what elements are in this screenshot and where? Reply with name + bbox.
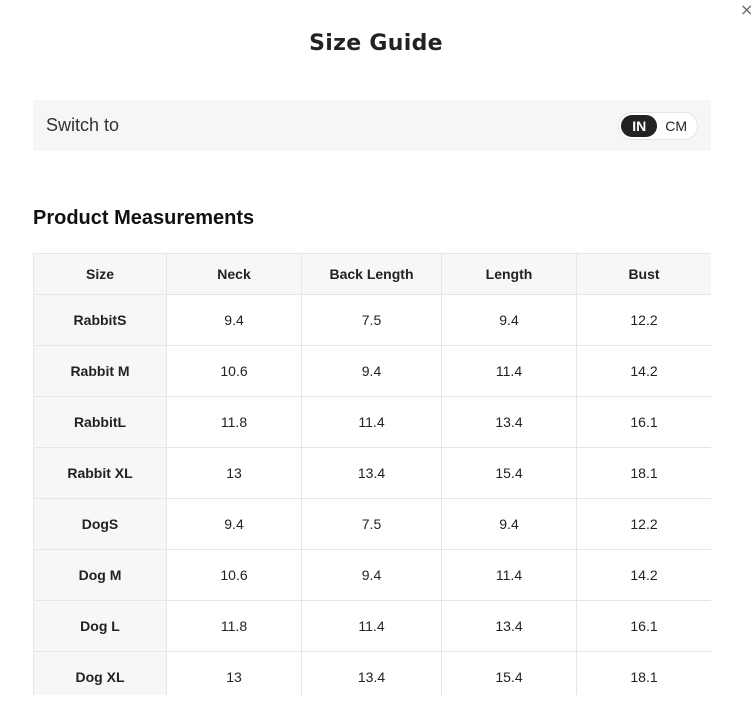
size-cell: RabbitS — [33, 294, 167, 346]
measurement-cell: 12.2 — [576, 498, 711, 550]
measurement-cell: 10.6 — [166, 549, 302, 601]
column-header: Size — [33, 253, 167, 295]
measurement-cell: 9.4 — [301, 345, 442, 397]
size-cell: Dog L — [33, 600, 167, 652]
table-row: Dog L 11.8 11.4 13.4 16.1 — [33, 600, 711, 652]
column-header: Neck — [166, 253, 302, 295]
measurement-cell: 13 — [166, 447, 302, 499]
table-row: Rabbit XL 13 13.4 15.4 18.1 — [33, 447, 711, 499]
measurement-cell: 9.4 — [441, 294, 577, 346]
measurement-cell: 15.4 — [441, 651, 577, 695]
measurement-cell: 11.4 — [441, 345, 577, 397]
measurement-cell: 13.4 — [441, 396, 577, 448]
measurement-cell: 13.4 — [301, 447, 442, 499]
table-body: RabbitS 9.4 7.5 9.4 12.2 Rabbit M 10.6 9.4 11.4 1… — [33, 294, 711, 695]
table-row: Dog XL 13 13.4 15.4 18.1 — [33, 651, 711, 695]
measurement-cell: 11.4 — [301, 600, 442, 652]
close-icon[interactable]: × — [740, 2, 752, 18]
section-title: Product Measurements — [33, 207, 255, 229]
table-row: RabbitS 9.4 7.5 9.4 12.2 — [33, 294, 711, 346]
measurement-cell: 18.1 — [576, 651, 711, 695]
measurement-cell: 11.4 — [301, 396, 442, 448]
size-cell: Rabbit XL — [33, 447, 167, 499]
table-header-row: Size Neck Back Length Length Bust — [33, 253, 711, 295]
table-row: Dog M 10.6 9.4 11.4 14.2 — [33, 549, 711, 601]
column-header: Length — [441, 253, 577, 295]
unit-option-cm[interactable]: CM — [657, 115, 695, 137]
table-row: DogS 9.4 7.5 9.4 12.2 — [33, 498, 711, 550]
size-cell: Dog XL — [33, 651, 167, 695]
measurement-cell: 12.2 — [576, 294, 711, 346]
measurement-cell: 11.8 — [166, 600, 302, 652]
table-row: Rabbit M 10.6 9.4 11.4 14.2 — [33, 345, 711, 397]
measurement-cell: 18.1 — [576, 447, 711, 499]
measurement-cell: 9.4 — [166, 498, 302, 550]
measurement-cell: 13.4 — [441, 600, 577, 652]
measurement-cell: 9.4 — [166, 294, 302, 346]
switch-label: Switch to — [46, 115, 120, 135]
measurement-cell: 13 — [166, 651, 302, 695]
measurement-cell: 14.2 — [576, 549, 711, 601]
measurement-cell: 16.1 — [576, 600, 711, 652]
measurement-cell: 11.4 — [441, 549, 577, 601]
unit-option-in[interactable]: IN — [621, 114, 658, 137]
column-header: Back Length — [301, 253, 442, 295]
measurement-cell: 7.5 — [301, 294, 442, 346]
unit-switch-bar: Switch to IN CM — [33, 100, 711, 151]
size-guide-modal: × Size Guide Switch to IN CM Product Mea… — [0, 0, 752, 713]
column-header: Bust — [576, 253, 711, 295]
measurement-cell: 10.6 — [166, 345, 302, 397]
size-cell: Dog M — [33, 549, 167, 601]
modal-title: Size Guide — [309, 31, 443, 56]
size-cell: DogS — [33, 498, 167, 550]
measurement-cell: 9.4 — [301, 549, 442, 601]
unit-toggle[interactable]: IN CM — [618, 111, 698, 140]
measurement-cell: 16.1 — [576, 396, 711, 448]
measurement-cell: 11.8 — [166, 396, 302, 448]
measurement-cell: 7.5 — [301, 498, 442, 550]
table-row: RabbitL 11.8 11.4 13.4 16.1 — [33, 396, 711, 448]
measurement-cell: 13.4 — [301, 651, 442, 695]
size-cell: RabbitL — [33, 396, 167, 448]
measurement-cell: 15.4 — [441, 447, 577, 499]
measurements-table-container[interactable]: Size Neck Back Length Length Bust Rabbit… — [33, 253, 711, 695]
measurements-table: Size Neck Back Length Length Bust Rabbit… — [33, 253, 711, 695]
measurement-cell: 14.2 — [576, 345, 711, 397]
measurement-cell: 9.4 — [441, 498, 577, 550]
size-cell: Rabbit M — [33, 345, 167, 397]
